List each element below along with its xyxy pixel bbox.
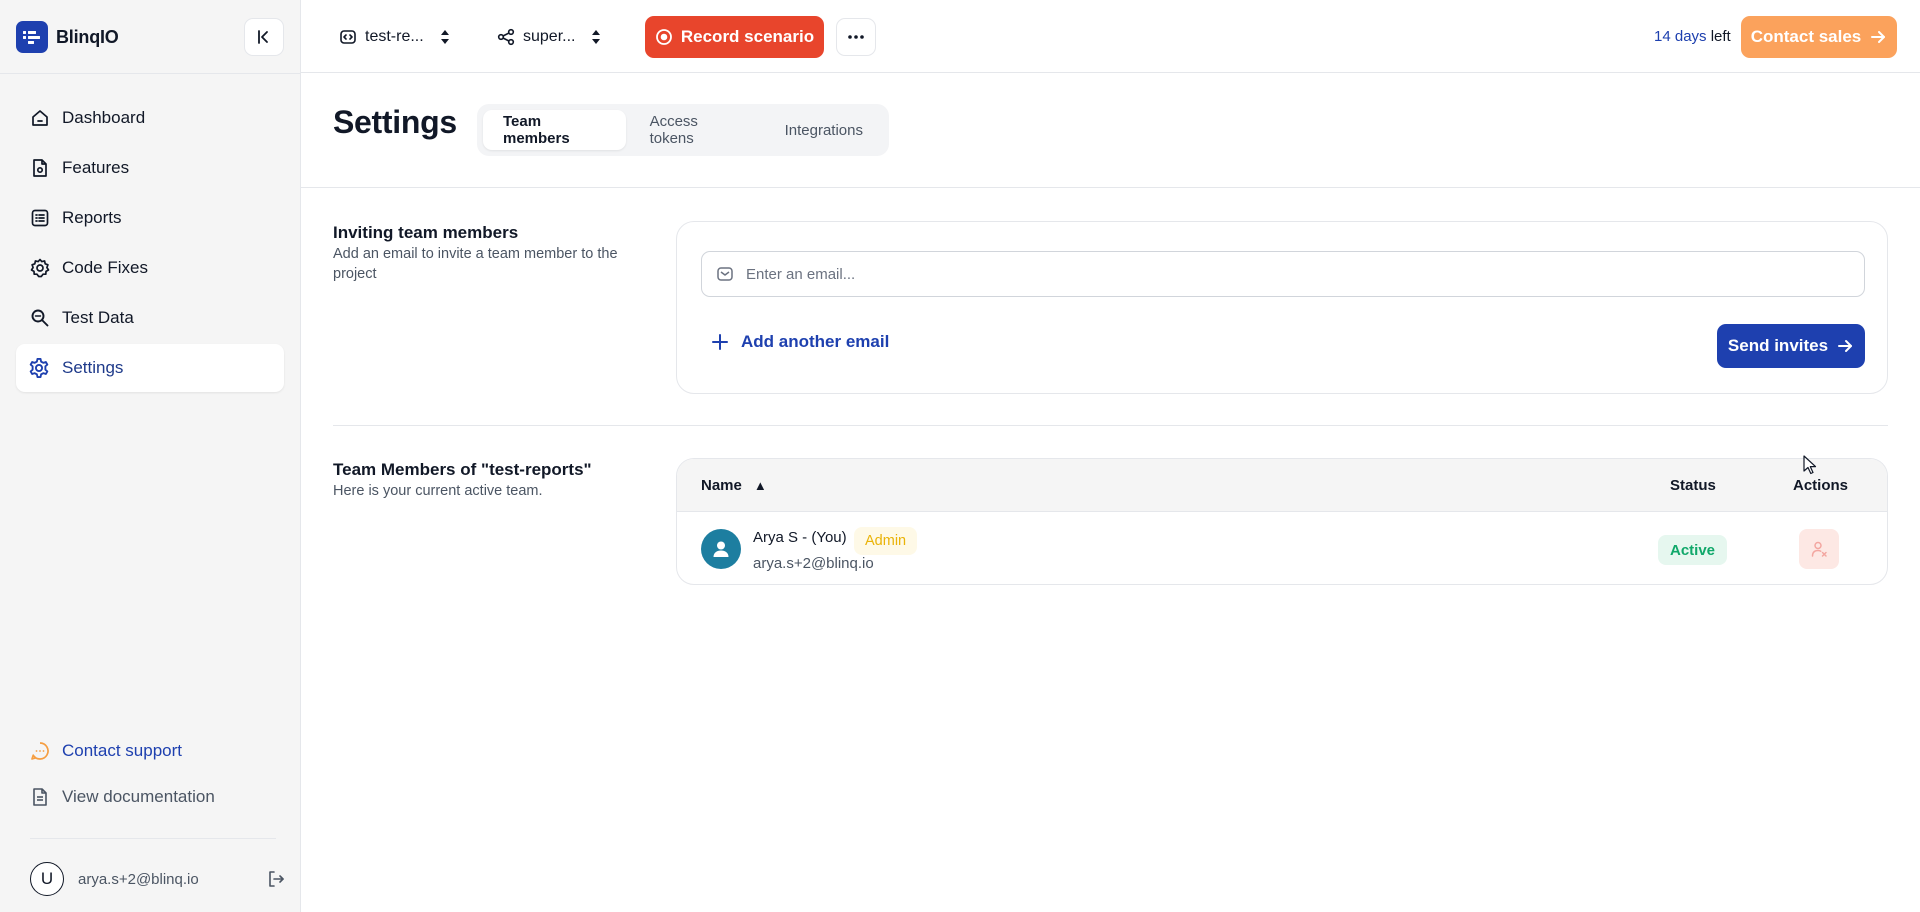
table-header: Name ▲ Status Actions — [677, 459, 1887, 512]
members-section-description: Here is your current active team. — [333, 483, 543, 499]
view-documentation-label: View documentation — [62, 787, 215, 806]
sidebar-item-dashboard[interactable]: Dashboard — [16, 94, 284, 142]
gear-badge-icon — [30, 258, 50, 278]
sidebar-item-label: Settings — [62, 358, 124, 377]
sidebar-nav: Dashboard Features Reports Code Fixes Te… — [16, 94, 284, 394]
document-icon — [33, 788, 47, 806]
avatar — [701, 529, 741, 569]
sidebar-item-label: Reports — [62, 208, 122, 227]
members-section-title: Team Members of "test-reports" — [333, 460, 592, 479]
blinqio-logo-icon — [16, 21, 48, 53]
list-icon — [31, 209, 49, 227]
member-name: Arya S - (You) — [753, 529, 847, 546]
email-field — [701, 251, 1865, 297]
contact-support-label: Contact support — [62, 741, 183, 760]
invite-section-description: Add an email to invite a team member to … — [333, 246, 618, 282]
chat-bubble-icon — [31, 742, 49, 760]
environment-selector-label: super... — [523, 28, 576, 45]
sort-ascending-icon: ▲ — [753, 478, 767, 493]
sidebar-item-features[interactable]: Features — [16, 144, 284, 192]
home-icon — [32, 110, 48, 126]
sidebar-item-label: Features — [62, 158, 130, 177]
remove-member-button[interactable] — [1799, 529, 1839, 569]
tab-integrations[interactable]: Integrations — [765, 110, 883, 150]
sidebar-item-test-data[interactable]: Test Data — [16, 294, 284, 342]
user-icon — [713, 541, 729, 557]
sidebar-item-label: Test Data — [62, 308, 134, 327]
invite-card: Add another email Send invites — [676, 221, 1888, 394]
arrow-right-icon — [1871, 31, 1886, 43]
members-table: Name ▲ Status Actions Arya S - (You) Adm… — [676, 458, 1888, 585]
sidebar-footer-links: Contact support View documentation — [16, 728, 284, 820]
more-options-button[interactable] — [836, 18, 876, 56]
brand[interactable]: BlinqIO — [16, 21, 119, 53]
avatar[interactable]: U — [30, 862, 64, 896]
sidebar: BlinqIO Dashboard Features Reports Code … — [0, 0, 301, 912]
chevron-up-down-icon — [440, 30, 449, 44]
sidebar-item-settings[interactable]: Settings — [16, 344, 284, 392]
send-invites-label: Send invites — [1727, 336, 1829, 355]
collapse-sidebar-button[interactable] — [244, 18, 284, 56]
header-divider — [301, 187, 1920, 188]
column-header-actions: Actions — [1793, 477, 1849, 494]
contact-sales-label: Contact sales — [1750, 27, 1862, 46]
user-email: arya.s+2@blinq.io — [78, 870, 199, 888]
trial-left-label: left — [1710, 28, 1731, 45]
sidebar-item-code-fixes[interactable]: Code Fixes — [16, 244, 284, 292]
mouse-cursor-icon — [1803, 455, 1817, 475]
member-email: arya.s+2@blinq.io — [753, 555, 874, 572]
plus-icon — [712, 334, 728, 350]
email-input[interactable] — [746, 254, 1864, 294]
arrow-right-icon — [1838, 340, 1853, 352]
feature-file-icon — [33, 159, 47, 177]
contact-sales-button[interactable]: Contact sales — [1741, 16, 1897, 58]
environment-selector[interactable]: super... — [497, 22, 603, 52]
section-divider — [333, 425, 1888, 426]
logout-icon[interactable] — [266, 869, 286, 889]
sidebar-item-label: Code Fixes — [62, 258, 148, 277]
trial-remaining: 14 days left — [1654, 28, 1731, 45]
page-title: Settings — [333, 104, 457, 140]
send-invites-button[interactable]: Send invites — [1717, 324, 1865, 368]
project-selector-label: test-re... — [365, 28, 424, 45]
sidebar-footer-divider — [30, 838, 276, 839]
status-badge: Active — [1658, 535, 1728, 565]
sidebar-item-reports[interactable]: Reports — [16, 194, 284, 242]
column-header-status: Status — [1670, 477, 1716, 494]
trial-days: 14 days — [1654, 28, 1707, 45]
column-header-name[interactable]: Name ▲ — [701, 477, 767, 494]
record-scenario-label: Record scenario — [680, 27, 815, 46]
brand-name: BlinqIO — [56, 26, 119, 47]
column-name-label: Name — [701, 477, 742, 494]
add-another-email-button[interactable]: Add another email — [711, 332, 889, 352]
more-horizontal-icon — [848, 35, 864, 39]
record-scenario-button[interactable]: Record scenario — [645, 16, 824, 58]
role-badge: Admin — [854, 527, 918, 555]
mail-icon — [717, 267, 733, 281]
record-icon — [655, 29, 672, 45]
tab-access-tokens[interactable]: Access tokens — [630, 110, 761, 150]
project-selector[interactable]: test-re... — [339, 22, 452, 52]
sidebar-divider — [0, 73, 301, 74]
user-profile: U arya.s+2@blinq.io — [30, 862, 286, 896]
settings-tabs: Team members Access tokens Integrations — [477, 104, 889, 156]
user-remove-icon — [1811, 541, 1827, 557]
top-bar: test-re... super... Record scenario 14 d… — [301, 0, 1920, 73]
network-icon — [497, 28, 515, 46]
contact-support-link[interactable]: Contact support — [16, 728, 284, 774]
collapse-left-icon — [258, 30, 268, 44]
invite-section-title: Inviting team members — [333, 223, 519, 242]
sidebar-item-label: Dashboard — [62, 108, 146, 127]
tab-team-members[interactable]: Team members — [483, 110, 626, 150]
project-icon — [340, 30, 356, 44]
view-documentation-link[interactable]: View documentation — [16, 774, 284, 820]
search-data-icon — [31, 309, 49, 327]
gear-icon — [29, 358, 49, 378]
chevron-up-down-icon — [592, 30, 601, 44]
add-another-email-label: Add another email — [741, 332, 890, 351]
